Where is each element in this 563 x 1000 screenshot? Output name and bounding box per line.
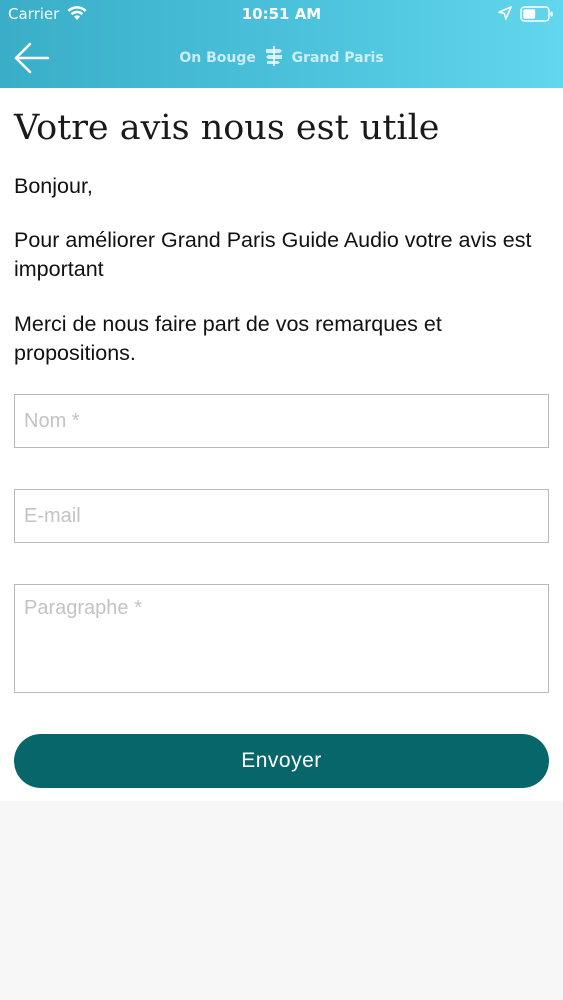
battery-icon xyxy=(520,6,553,22)
signpost-logo-icon xyxy=(265,46,282,66)
page-title: Votre avis nous est utile xyxy=(14,108,440,148)
name-input[interactable] xyxy=(14,394,549,448)
email-input[interactable] xyxy=(14,489,549,543)
request-text: Merci de nous faire part de vos remarque… xyxy=(14,312,442,365)
status-bar: Carrier 10:51 AM xyxy=(0,0,563,30)
brand-right-text: Grand Paris xyxy=(291,50,384,66)
feedback-form-card: Votre avis nous est utile Bonjour, Pour … xyxy=(0,88,563,801)
brand-logo: On Bouge Grand Paris xyxy=(0,46,563,69)
message-textarea[interactable] xyxy=(14,584,549,693)
status-time: 10:51 AM xyxy=(241,5,322,23)
intro-text: Pour améliorer Grand Paris Guide Audio v… xyxy=(14,228,532,281)
submit-button[interactable]: Envoyer xyxy=(14,734,549,788)
header: Carrier 10:51 AM On Bouge Grand Paris xyxy=(0,0,563,88)
greeting-text: Bonjour, xyxy=(14,174,93,198)
brand-left-text: On Bouge xyxy=(179,50,256,66)
nav-bar: On Bouge Grand Paris xyxy=(0,30,563,88)
location-arrow-icon xyxy=(498,6,512,20)
feedback-screen: Carrier 10:51 AM On Bouge Grand Paris Vo… xyxy=(0,0,563,1000)
